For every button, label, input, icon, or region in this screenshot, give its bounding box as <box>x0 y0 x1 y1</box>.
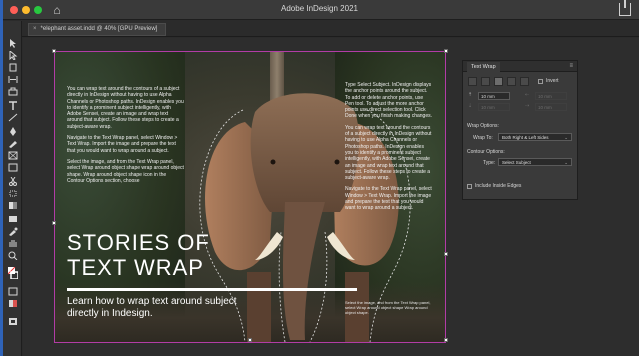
text-wrap-tab[interactable]: Text Wrap <box>467 62 500 72</box>
invert-label: Invert <box>546 78 559 84</box>
fill-stroke-swatch-icon[interactable] <box>8 267 18 279</box>
right-paragraph: Navigate to the Text Wrap panel, select … <box>345 186 432 212</box>
hand-tool-icon[interactable] <box>8 239 18 248</box>
headline-line-1: STORIES OF <box>67 230 210 255</box>
frame-handle[interactable] <box>444 252 448 256</box>
close-tab-icon[interactable]: × <box>33 26 37 32</box>
share-icon[interactable] <box>619 0 631 16</box>
left-paragraph: Select the image, and from the Text Wrap… <box>67 158 184 184</box>
content-collector-icon[interactable] <box>8 87 18 96</box>
jump-object-button[interactable] <box>507 77 516 86</box>
include-inside-edges-label: Include Inside Edges <box>475 183 522 189</box>
screen-mode-icon[interactable] <box>8 317 18 326</box>
right-offset-field[interactable]: 10 mm <box>535 103 567 111</box>
selection-tool-icon[interactable] <box>8 39 18 48</box>
top-offset-icon: ⇡ <box>468 92 473 98</box>
frame-handle[interactable] <box>52 49 56 53</box>
include-inside-edges-checkbox[interactable] <box>467 184 472 189</box>
scissors-tool-icon[interactable] <box>8 177 18 186</box>
wrap-to-label: Wrap To: <box>473 135 493 141</box>
note-tool-icon[interactable] <box>8 215 18 224</box>
chevron-down-icon: ⌄ <box>564 160 568 165</box>
right-paragraph: Type Select Subject. InDesign displays t… <box>345 82 432 120</box>
rectangle-tool-icon[interactable] <box>8 163 18 172</box>
direct-selection-tool-icon[interactable] <box>8 51 18 60</box>
document-tab-bar: × *elephant asset.indd @ 40% [GPU Preview… <box>22 21 639 37</box>
jump-next-column-button[interactable] <box>520 77 529 86</box>
title-bar: ⌂ Adobe InDesign 2021 <box>0 0 639 356</box>
wrap-to-value: Both Right & Left Sides <box>502 135 549 140</box>
type-label: Type: <box>483 160 496 166</box>
wrap-bounding-box-button[interactable] <box>481 77 490 86</box>
invert-checkbox[interactable] <box>538 79 543 84</box>
frame-handle[interactable] <box>444 338 448 342</box>
indesign-window: ⌂ Adobe InDesign 2021 × *elephant asset.i… <box>0 0 639 356</box>
frame-handle[interactable] <box>52 221 56 225</box>
frame-handle[interactable] <box>444 49 448 53</box>
panel-header: Text Wrap ≡ <box>463 61 577 72</box>
subheading[interactable]: Learn how to wrap text around subject di… <box>67 296 257 320</box>
gradient-tool-icon[interactable] <box>8 201 18 210</box>
document-page[interactable]: You can wrap text around the contours of… <box>55 52 445 342</box>
eyedropper-tool-icon[interactable] <box>8 227 18 236</box>
panel-menu-icon[interactable]: ≡ <box>569 63 573 69</box>
pen-tool-icon[interactable] <box>8 127 18 136</box>
no-wrap-button[interactable] <box>468 77 477 86</box>
left-paragraph: You can wrap text around the contours of… <box>67 86 184 130</box>
top-offset-field[interactable]: 10 mm <box>478 92 510 100</box>
contour-type-select[interactable]: Select Subject ⌄ <box>498 158 572 166</box>
gap-tool-icon[interactable] <box>8 75 18 84</box>
line-tool-icon[interactable] <box>8 113 18 122</box>
type-tool-icon[interactable] <box>8 101 18 110</box>
tools-panel <box>3 21 22 356</box>
contour-type-value: Select Subject <box>502 160 531 165</box>
headline[interactable]: STORIES OF TEXT WRAP <box>67 230 210 280</box>
zoom-tool-icon[interactable] <box>8 251 18 260</box>
right-offset-icon: ⇢ <box>525 103 530 109</box>
left-offset-field[interactable]: 10 mm <box>535 92 567 100</box>
wrap-object-shape-button[interactable] <box>494 77 503 86</box>
apply-color-icon[interactable] <box>8 299 18 308</box>
free-transform-tool-icon[interactable] <box>8 189 18 198</box>
pencil-tool-icon[interactable] <box>8 139 18 148</box>
left-column-text[interactable]: You can wrap text around the contours of… <box>67 86 185 189</box>
right-column-text[interactable]: Type Select Subject. InDesign displays t… <box>345 82 433 217</box>
text-wrap-panel: Text Wrap ≡ Invert ⇡ 10 mm ⇣ 10 mm ⇠ 10 … <box>462 60 578 200</box>
left-offset-icon: ⇠ <box>525 92 530 98</box>
rectangle-frame-tool-icon[interactable] <box>8 151 18 160</box>
contour-options-label: Contour Options: <box>467 149 505 155</box>
page-tool-icon[interactable] <box>8 63 18 72</box>
document-tab[interactable]: × *elephant asset.indd @ 40% [GPU Preview… <box>28 23 167 36</box>
right-paragraph: You can wrap text around the contours of… <box>345 124 432 182</box>
wrap-to-select[interactable]: Both Right & Left Sides ⌄ <box>498 133 572 141</box>
window-title: Adobe InDesign 2021 <box>281 4 358 13</box>
horizontal-rule <box>67 288 357 291</box>
bottom-offset-icon: ⇣ <box>468 103 473 109</box>
left-paragraph: Navigate to the Text Wrap panel, select … <box>67 135 178 154</box>
document-tab-label: *elephant asset.indd @ 40% [GPU Preview] <box>40 26 158 32</box>
chevron-down-icon: ⌄ <box>564 135 568 140</box>
headline-line-2: TEXT WRAP <box>67 255 204 280</box>
footer-text[interactable]: Select the image, and from the Text Wrap… <box>345 300 435 315</box>
formatting-container-icon[interactable] <box>8 287 18 296</box>
bottom-offset-field[interactable]: 10 mm <box>478 103 510 111</box>
wrap-options-label: Wrap Options: <box>467 123 499 129</box>
frame-handle[interactable] <box>248 338 252 342</box>
